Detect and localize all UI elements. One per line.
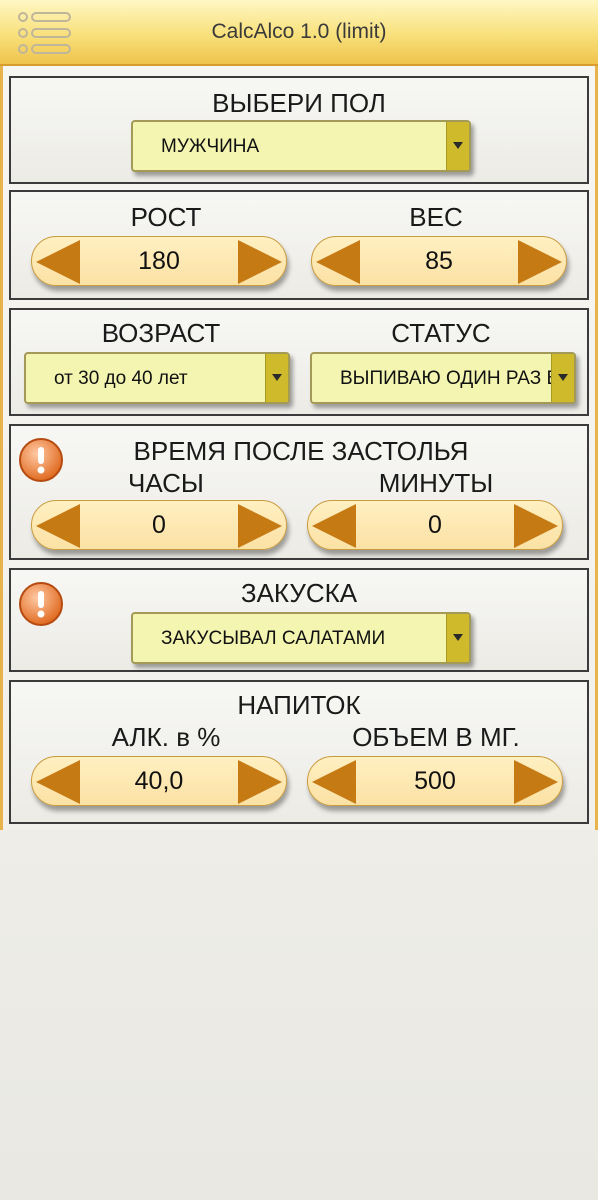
hours-label: ЧАСЫ [128, 468, 204, 498]
snack-label: ЗАКУСКА [240, 578, 358, 608]
volume-label: ОБЪЕМ В МГ. [352, 722, 520, 752]
increase-arrow-icon[interactable] [514, 760, 558, 804]
snack-select[interactable]: ЗАКУСЫВАЛ САЛАТАМИ [131, 612, 471, 664]
status-select-value: ВЫПИВАЮ ОДИН РАЗ В [340, 368, 560, 389]
gender-panel: ВЫБЕРИ ПОЛ МУЖЧИНА [9, 76, 589, 184]
status-label: СТАТУС [391, 318, 491, 348]
time-panel: ВРЕМЯ ПОСЛЕ ЗАСТОЛЬЯ ЧАСЫ МИНУТЫ 0 0 [9, 424, 589, 560]
height-label: РОСТ [130, 202, 202, 232]
increase-arrow-icon[interactable] [238, 504, 282, 548]
alc-label: АЛК. в % [111, 722, 221, 752]
age-label: ВОЗРАСТ [101, 318, 221, 348]
weight-label: ВЕС [409, 202, 463, 232]
weight-stepper[interactable]: 85 [311, 236, 567, 286]
snack-select-value: ЗАКУСЫВАЛ САЛАТАМИ [161, 628, 386, 649]
status-select[interactable]: ВЫПИВАЮ ОДИН РАЗ В [310, 352, 576, 404]
alc-stepper[interactable]: 40,0 [31, 756, 287, 806]
drink-label: НАПИТОК [237, 690, 361, 720]
height-stepper[interactable]: 180 [31, 236, 287, 286]
snack-panel: ЗАКУСКА ЗАКУСЫВАЛ САЛАТАМИ [9, 568, 589, 672]
gender-select[interactable]: МУЖЧИНА [131, 120, 471, 172]
dropdown-arrow-icon [551, 354, 574, 402]
app-title: CalcAlco 1.0 (limit) [211, 20, 387, 43]
title-bar: CalcAlco 1.0 (limit) [0, 0, 598, 66]
minutes-label: МИНУТЫ [378, 468, 494, 498]
dropdown-arrow-icon [446, 614, 469, 662]
gender-label: ВЫБЕРИ ПОЛ [212, 88, 386, 118]
increase-arrow-icon[interactable] [238, 760, 282, 804]
age-select[interactable]: от 30 до 40 лет [24, 352, 290, 404]
increase-arrow-icon[interactable] [518, 240, 562, 284]
dropdown-arrow-icon [265, 354, 288, 402]
increase-arrow-icon[interactable] [238, 240, 282, 284]
time-label: ВРЕМЯ ПОСЛЕ ЗАСТОЛЬЯ [133, 436, 469, 466]
empty-area [0, 830, 598, 1200]
age-select-value: от 30 до 40 лет [54, 368, 188, 389]
height-weight-panel: РОСТ ВЕС 180 85 [9, 190, 589, 300]
increase-arrow-icon[interactable] [514, 504, 558, 548]
gender-select-value: МУЖЧИНА [161, 136, 260, 157]
age-status-panel: ВОЗРАСТ СТАТУС от 30 до 40 лет ВЫПИВАЮ О… [9, 308, 589, 416]
drink-panel: НАПИТОК АЛК. в % ОБЪЕМ В МГ. 40,0 500 [9, 680, 589, 824]
hours-stepper[interactable]: 0 [31, 500, 287, 550]
dropdown-arrow-icon [446, 122, 469, 170]
volume-stepper[interactable]: 500 [307, 756, 563, 806]
minutes-stepper[interactable]: 0 [307, 500, 563, 550]
